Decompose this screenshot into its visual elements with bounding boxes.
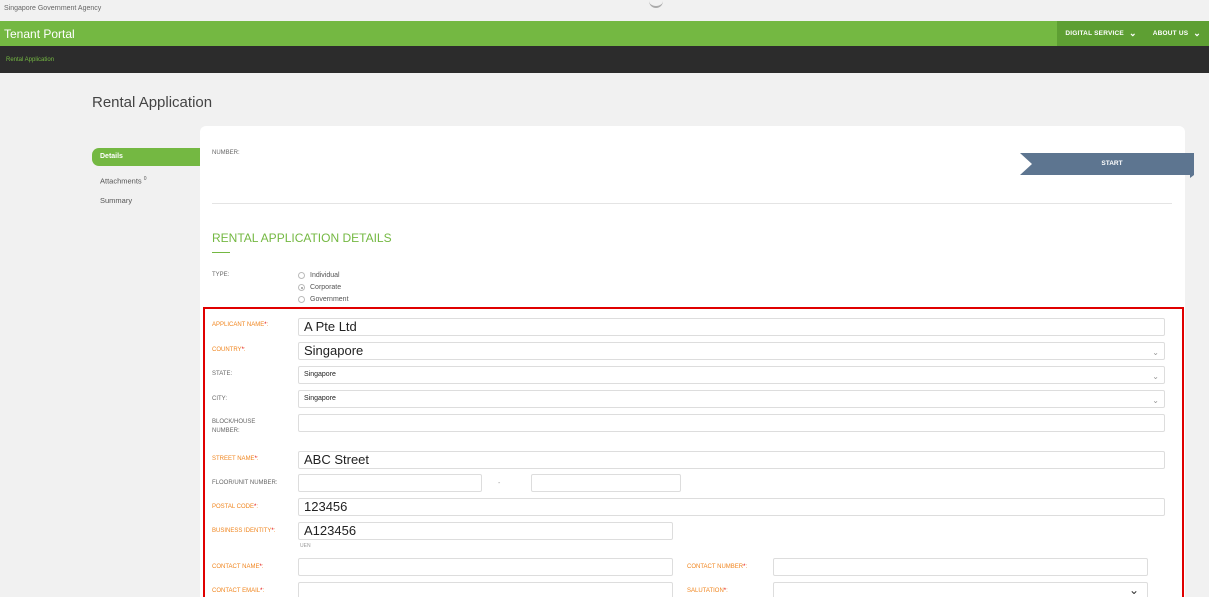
radio-corporate[interactable]: Corporate [298,284,341,291]
contact-name-input[interactable] [298,558,673,576]
page-title: Rental Application [92,94,213,111]
contact-email-label: CONTACT EMAIL*: [212,588,265,594]
city-label: CITY: [212,396,228,402]
required-star: * [260,588,263,594]
block-label: BLOCK/HOUSE NUMBER: [212,419,256,434]
attachments-count-badge: 0 [143,176,147,182]
chevron-down-icon: ⌄ [1193,28,1201,38]
breadcrumb[interactable]: Rental Application [6,57,54,63]
nav-about-us[interactable]: ABOUT US ⌄ [1145,21,1209,46]
state-label: STATE: [212,371,233,377]
sidebar-item-attachments[interactable]: Attachments 0 [100,176,147,186]
salutation-label: SALUTATION*: [687,588,728,594]
applicant-name-label: APPLICANT NAME*: [212,322,269,328]
nav-about-us-label: ABOUT US [1152,30,1189,37]
chevron-down-icon: ⌄ [1128,583,1139,597]
radio-corporate-label: Corporate [310,284,342,291]
street-label: STREET NAME*: [212,456,259,462]
postal-code-label: POSTAL CODE*: [212,504,259,510]
street-input[interactable]: ABC Street [298,451,1165,469]
business-identity-label-text: BUSINESS IDENTITY [212,528,272,534]
required-star: * [259,564,262,570]
loading-spinner-icon [649,0,663,8]
radio-government-label: Government [310,296,349,303]
top-nav-bar: Tenant Portal DIGITAL SERVICE ⌄ ABOUT US… [0,21,1209,46]
country-label-text: COUNTRY [212,347,242,353]
required-star: * [254,504,257,510]
radio-icon[interactable] [298,272,305,279]
section-title: RENTAL APPLICATION DETAILS [212,231,392,245]
nav-menu: DIGITAL SERVICE ⌄ ABOUT US ⌄ [1057,21,1209,46]
agency-name: Singapore Government Agency [4,5,102,12]
street-label-text: STREET NAME [212,456,255,462]
contact-name-label-text: CONTACT NAME [212,564,260,570]
required-star: * [743,564,746,570]
divider [212,203,1172,204]
salutation-select[interactable]: ⌄ [773,582,1148,597]
chevron-down-icon: ⌄ [1152,372,1159,381]
country-select-value: Singapore [304,343,364,358]
business-identity-input[interactable]: A123456 [298,522,673,540]
radio-icon[interactable] [298,296,305,303]
salutation-label-text: SALUTATION [687,588,724,594]
radio-checked-icon[interactable] [298,284,305,291]
unit-input[interactable] [531,474,681,492]
uen-hint: UEN [300,543,311,549]
sidebar-item-summary[interactable]: Summary [100,196,132,205]
type-label: TYPE: [212,272,230,278]
applicant-name-input[interactable]: A Pte Ltd [298,318,1165,336]
radio-government[interactable]: Government [298,296,349,303]
number-label: NUMBER: [212,150,240,156]
section-underline [212,252,230,253]
chevron-down-icon: ⌄ [1152,348,1159,357]
required-star: * [271,528,274,534]
floor-unit-label: FLOOR/UNIT NUMBER: [212,480,278,486]
floor-input[interactable] [298,474,482,492]
required-star: * [723,588,727,594]
contact-number-label-text: CONTACT NUMBER [687,564,744,570]
agency-bar: Singapore Government Agency [0,0,1209,21]
required-star: * [241,347,244,353]
postal-code-input[interactable]: 123456 [298,498,1165,516]
portal-title[interactable]: Tenant Portal [4,27,75,41]
required-star: * [264,322,267,328]
radio-individual-label: Individual [310,272,340,279]
contact-name-label: CONTACT NAME*: [212,564,264,570]
applicant-name-label-text: APPLICANT NAME [212,322,265,328]
city-select[interactable]: Singapore ⌄ [298,390,1165,408]
contact-email-label-text: CONTACT EMAIL [212,588,261,594]
city-select-value: Singapore [304,395,336,402]
required-star: * [254,456,257,462]
floor-unit-separator: - [498,480,501,487]
nav-digital-service-label: DIGITAL SERVICE [1065,30,1124,37]
country-label: COUNTRY*: [212,347,246,353]
chevron-down-icon: ⌄ [1152,396,1159,405]
block-input[interactable] [298,414,1165,432]
radio-individual[interactable]: Individual [298,272,340,279]
sidebar-item-attachments-label: Attachments [100,176,142,186]
sidebar-item-details[interactable]: Details [92,148,200,166]
state-select[interactable]: Singapore ⌄ [298,366,1165,384]
contact-number-input[interactable] [773,558,1148,576]
nav-digital-service[interactable]: DIGITAL SERVICE ⌄ [1057,21,1144,46]
contact-email-input[interactable] [298,582,673,597]
chevron-down-icon: ⌄ [1128,28,1137,38]
postal-code-label-text: POSTAL CODE [212,504,255,510]
contact-number-label: CONTACT NUMBER*: [687,564,748,570]
business-identity-label: BUSINESS IDENTITY*: [212,528,276,534]
country-select[interactable]: Singapore ⌄ [298,342,1165,360]
state-select-value: Singapore [304,371,336,378]
breadcrumb-bar: Rental Application [0,46,1209,73]
start-step-label: START [1101,160,1123,167]
